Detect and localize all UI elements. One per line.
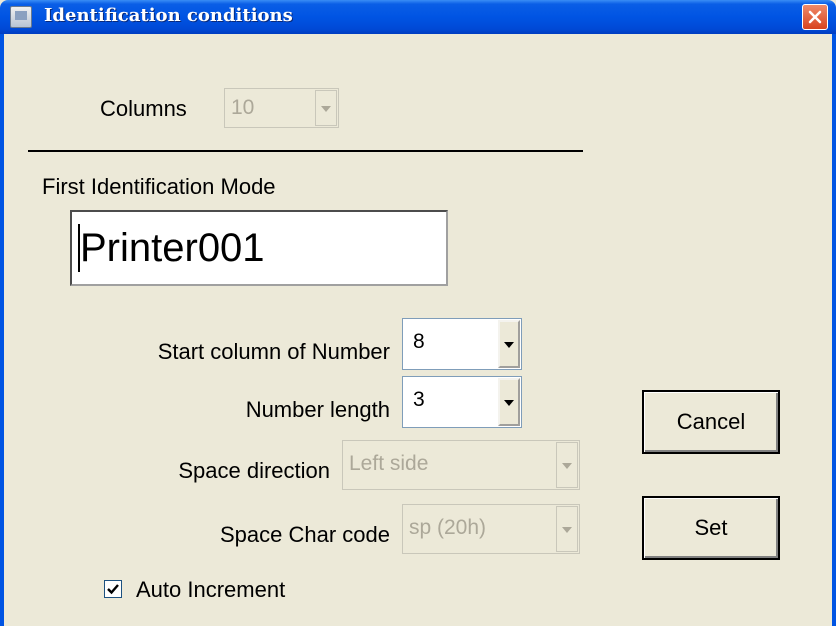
space-direction-dropdown-arrow [556,442,578,488]
close-button[interactable] [802,4,828,30]
window-app-icon [10,6,32,28]
close-icon [808,10,822,24]
checkmark-icon [107,584,119,595]
window-border-right [832,34,836,626]
columns-label: Columns [100,96,187,121]
dropdown-arrow-icon [504,342,514,348]
columns-dropdown-arrow [315,90,337,126]
auto-increment-label[interactable]: Auto Increment [136,577,285,603]
space-direction-label: Space direction [178,458,330,483]
window-border-left [0,34,4,626]
start-column-dropdown-arrow[interactable] [498,320,520,368]
number-length-select[interactable]: 3 [402,376,522,428]
auto-increment-checkbox[interactable] [104,580,122,598]
set-button[interactable]: Set [642,496,780,560]
title-bar[interactable]: Identification conditions [0,0,836,34]
number-length-dropdown-arrow[interactable] [498,378,520,426]
cancel-button[interactable]: Cancel [642,390,780,454]
start-column-value: 8 [413,330,425,353]
first-mode-label: First Identification Mode [42,174,276,199]
start-column-select[interactable]: 8 [402,318,522,370]
space-char-label: Space Char code [220,522,390,547]
separator-line [28,150,583,152]
first-mode-input[interactable]: Printer001 [70,210,448,286]
columns-value: 10 [231,96,255,119]
space-char-value: sp (20h) [409,516,487,539]
window-title: Identification conditions [44,5,293,26]
dropdown-arrow-icon [321,106,331,112]
number-length-label: Number length [245,397,390,422]
dropdown-arrow-icon [562,463,572,469]
start-column-label: Start column of Number [157,339,390,364]
dropdown-arrow-icon [504,400,514,406]
number-length-value: 3 [413,388,425,411]
dropdown-arrow-icon [562,527,572,533]
space-direction-select: Left side [342,440,580,490]
columns-select: 10 [224,88,339,128]
space-direction-value: Left side [349,452,429,475]
first-mode-value: Printer001 [80,226,265,270]
space-char-select: sp (20h) [402,504,580,554]
space-char-dropdown-arrow [556,506,578,552]
